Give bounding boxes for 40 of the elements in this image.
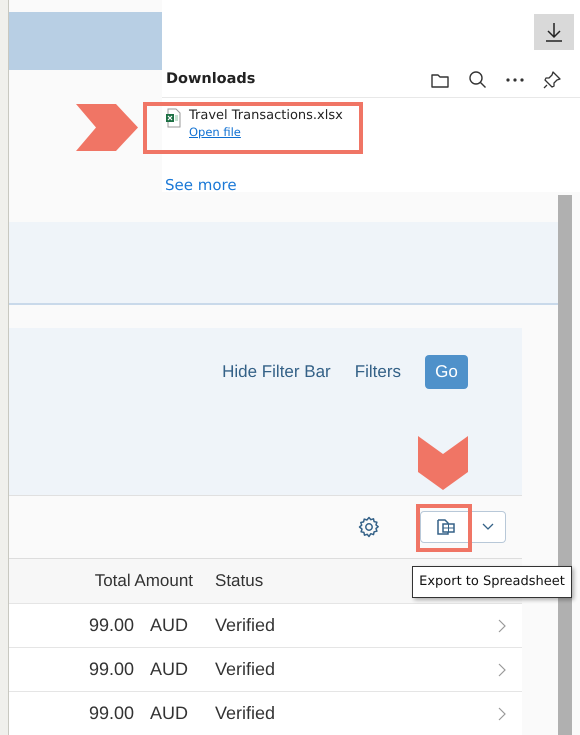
download-button[interactable] (534, 14, 574, 50)
settings-button[interactable] (358, 516, 380, 538)
callout-arrow (418, 436, 468, 490)
callout-arrow (76, 104, 138, 151)
amount-cell-text: 99.00 (88, 658, 134, 681)
chevron-down-icon (482, 523, 494, 531)
status-cell-text: Verified (215, 702, 276, 725)
currency-cell-text: AUD (150, 702, 188, 725)
chevron-right-icon (498, 662, 506, 676)
panel-title: Downloads (166, 70, 256, 89)
settings-icon (358, 516, 380, 538)
spreadsheet-file-icon (165, 108, 181, 128)
more-icon (506, 78, 524, 82)
table-row[interactable]: 99.00 AUD Verified (9, 647, 522, 691)
pin-icon (542, 70, 562, 90)
chevron-right-icon (498, 706, 506, 720)
download-icon (545, 22, 563, 42)
dropdown-button[interactable] (470, 511, 506, 543)
toolbar-button[interactable] (468, 70, 488, 90)
table-row[interactable]: 99.00 AUD Verified (9, 603, 522, 647)
amount-cell-text: 99.00 (88, 702, 134, 725)
filter-link[interactable]: Filters (354, 359, 401, 384)
amount-cell-text: 99.00 (88, 614, 134, 637)
status-cell-text: Verified (215, 614, 276, 637)
export-button[interactable] (420, 511, 470, 543)
toolbar-button[interactable] (542, 70, 562, 90)
column-header[interactable]: Total Amount (9, 568, 193, 594)
chevron-right-icon (498, 618, 506, 632)
currency-cell-text: AUD (150, 614, 188, 637)
currency-cell-text: AUD (150, 658, 188, 681)
table-row[interactable]: 99.00 AUD Verified (9, 691, 522, 735)
filter-link[interactable]: Hide Filter Bar (222, 359, 331, 384)
open-file-link[interactable]: Open file (189, 124, 241, 142)
download-item[interactable]: Travel Transactions.xlsx Open file (143, 102, 363, 154)
see-more-link[interactable]: See more (165, 174, 237, 196)
tooltip: Export to Spreadsheet (412, 566, 572, 598)
toolbar-button[interactable] (506, 78, 524, 82)
status-cell-text: Verified (215, 658, 276, 681)
file-name: Travel Transactions.xlsx (189, 108, 343, 124)
search-icon (468, 70, 488, 90)
